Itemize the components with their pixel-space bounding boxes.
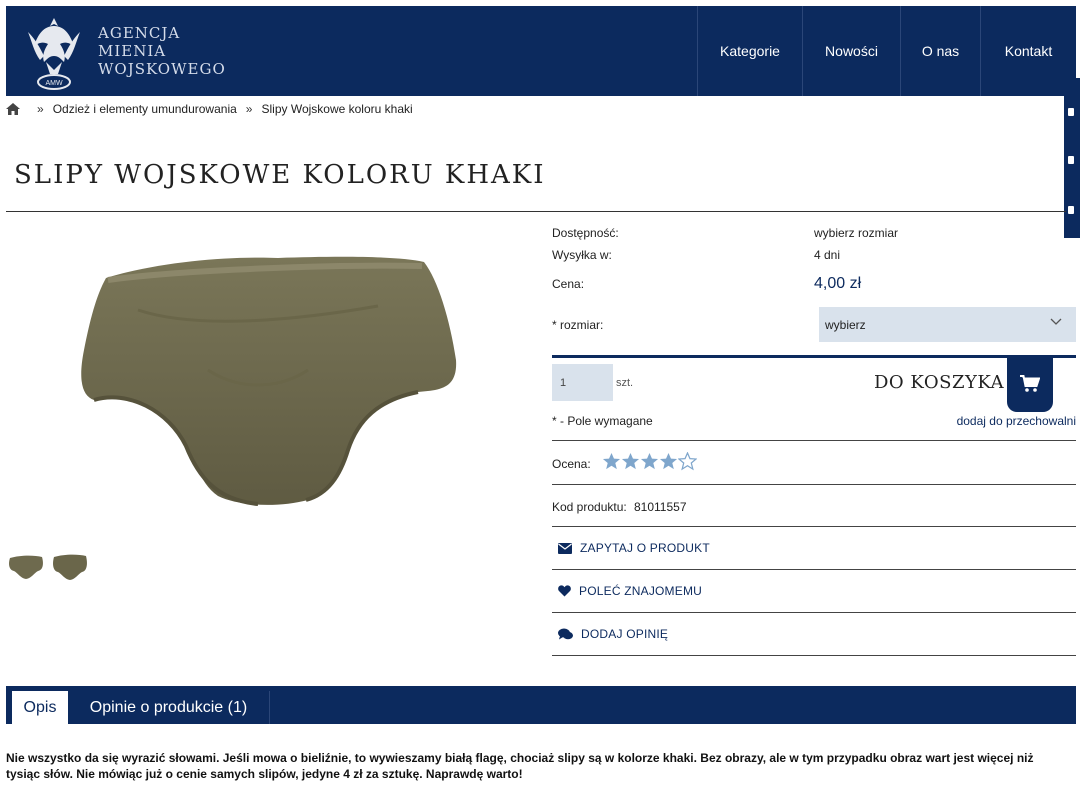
- envelope-icon: [558, 542, 572, 554]
- heart-icon: [558, 585, 571, 597]
- required-note: * - Pole wymagane: [552, 414, 653, 428]
- home-icon[interactable]: [6, 103, 20, 115]
- tab-reviews[interactable]: Opinie o produkcie (1): [68, 691, 270, 724]
- divider: [552, 440, 1076, 441]
- breadcrumb-item-category[interactable]: Odzież i elementy umundurowania: [53, 102, 237, 116]
- size-label: * rozmiar:: [552, 318, 604, 332]
- ask-about-product-label: ZAPYTAJ O PRODUKT: [580, 541, 710, 555]
- cart-icon: [1020, 375, 1040, 392]
- quantity-unit: szt.: [616, 377, 634, 389]
- ask-about-product-link[interactable]: ZAPYTAJ O PRODUKT: [558, 541, 710, 555]
- title-divider: [6, 211, 1066, 212]
- brand-name[interactable]: AGENCJA MIENIA WOJSKOWEGO: [98, 24, 226, 78]
- product-image[interactable]: [78, 250, 460, 520]
- main-nav: Kategorie Nowości O nas Kontakt: [697, 6, 1076, 96]
- product-tabs: Opis Opinie o produkcie (1): [6, 686, 1076, 724]
- breadcrumb-item-product[interactable]: Slipy Wojskowe koloru khaki: [261, 102, 412, 116]
- eagle-emblem-icon[interactable]: AMW: [24, 12, 84, 92]
- nav-item-nowosci[interactable]: Nowości: [802, 6, 900, 96]
- divider: [552, 569, 1076, 570]
- site-header: AMW AGENCJA MIENIA WOJSKOWEGO Kategorie …: [6, 6, 1076, 96]
- star-filled-icon[interactable]: [621, 452, 640, 471]
- star-filled-icon[interactable]: [640, 452, 659, 471]
- tab-description[interactable]: Opis: [12, 691, 68, 724]
- rating-stars[interactable]: [602, 452, 697, 471]
- breadcrumb-separator: »: [37, 102, 44, 116]
- star-filled-icon[interactable]: [602, 452, 621, 471]
- product-description: Nie wszystko da się wyrazić słowami. Jeś…: [6, 751, 1034, 781]
- side-social-tab[interactable]: [1064, 78, 1080, 238]
- svg-text:AMW: AMW: [45, 80, 63, 87]
- shipping-label: Wysyłka w:: [552, 248, 612, 262]
- add-review-label: DODAJ OPINIĘ: [581, 627, 669, 641]
- star-empty-icon[interactable]: [678, 452, 697, 471]
- product-code-value: 81011557: [634, 500, 687, 514]
- cart-divider: [552, 355, 1076, 358]
- size-select-value: wybierz: [825, 317, 866, 332]
- price-label: Cena:: [552, 277, 585, 291]
- breadcrumb: » Odzież i elementy umundurowania » Slip…: [6, 101, 413, 117]
- chevron-down-icon: [1050, 318, 1062, 325]
- nav-item-kontakt[interactable]: Kontakt: [980, 6, 1076, 96]
- price-value: 4,00 zł: [814, 275, 862, 292]
- nav-item-kategorie[interactable]: Kategorie: [697, 6, 802, 96]
- star-filled-icon[interactable]: [659, 452, 678, 471]
- breadcrumb-separator: »: [245, 102, 253, 116]
- divider: [552, 655, 1076, 656]
- rating-label: Ocena:: [552, 457, 591, 471]
- divider: [552, 526, 1076, 527]
- page-title: SLIPY WOJSKOWE KOLORU KHAKI: [14, 160, 546, 190]
- brand-line-1: AGENCJA: [98, 24, 181, 42]
- recommend-link[interactable]: POLEĆ ZNAJOMEMU: [558, 584, 702, 598]
- size-select[interactable]: wybierz: [819, 307, 1076, 342]
- divider: [552, 612, 1076, 613]
- add-to-cart-button[interactable]: [1007, 356, 1053, 412]
- product-thumbnail-1[interactable]: [8, 552, 44, 582]
- comments-icon: [558, 628, 573, 640]
- recommend-label: POLEĆ ZNAJOMEMU: [579, 584, 703, 598]
- availability-label: Dostępność:: [552, 226, 619, 240]
- product-thumbnail-2[interactable]: [52, 552, 88, 582]
- add-to-storage-link[interactable]: dodaj do przechowalni: [957, 414, 1076, 428]
- divider: [552, 484, 1076, 485]
- add-to-cart-label[interactable]: DO KOSZYKA: [874, 372, 1004, 393]
- add-review-link[interactable]: DODAJ OPINIĘ: [558, 627, 668, 641]
- shipping-value: 4 dni: [814, 248, 841, 262]
- brand-line-3: WOJSKOWEGO: [98, 60, 226, 78]
- availability-value: wybierz rozmiar: [814, 226, 899, 240]
- quantity-input[interactable]: [552, 364, 613, 401]
- nav-item-o-nas[interactable]: O nas: [900, 6, 980, 96]
- product-code-label: Kod produktu:: [552, 500, 627, 514]
- brand-line-2: MIENIA: [98, 42, 167, 60]
